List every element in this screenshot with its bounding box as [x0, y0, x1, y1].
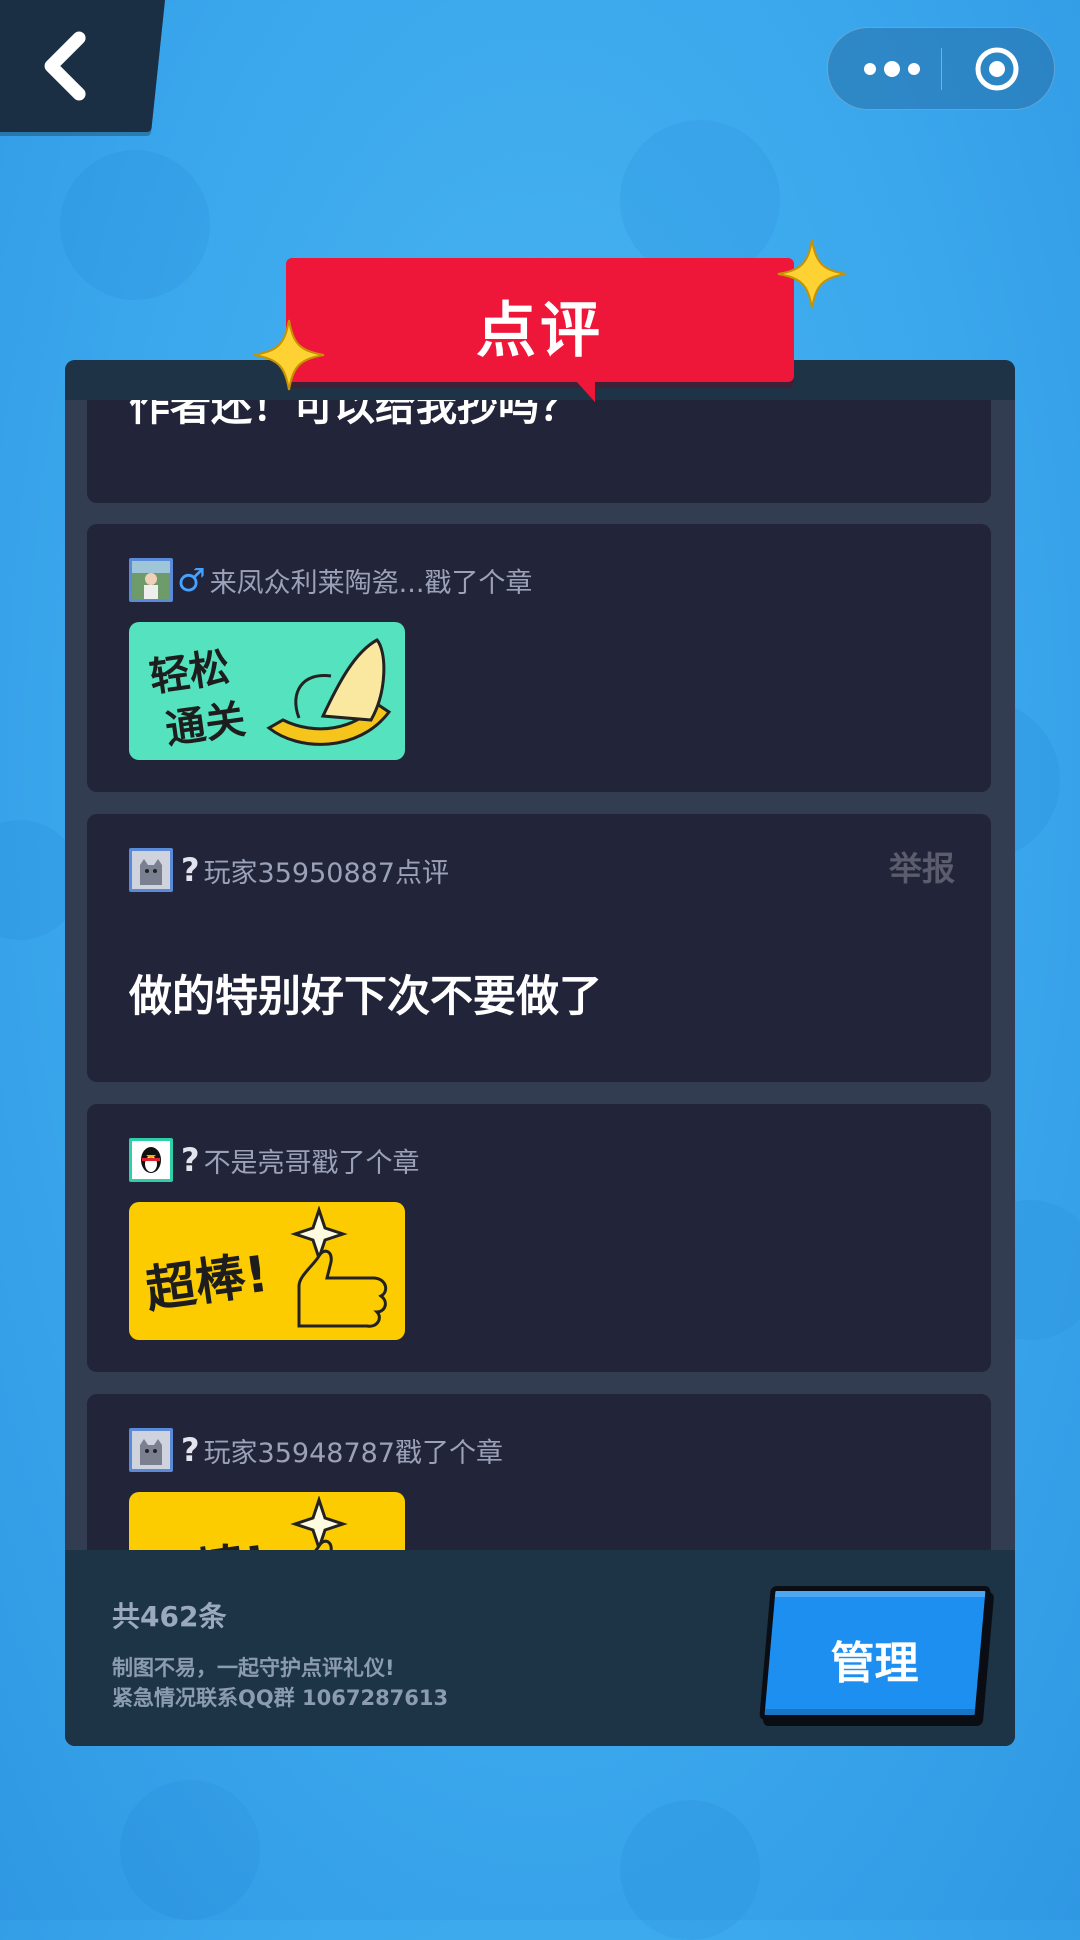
more-dots-icon[interactable] — [862, 54, 922, 84]
unknown-gender-icon: ? — [181, 1141, 200, 1179]
stamp-awesome: 超棒! — [129, 1202, 405, 1340]
thumbs-up-icon — [290, 1206, 388, 1328]
stamp-label: 超棒! — [142, 1244, 272, 1320]
sparkle-icon — [253, 319, 325, 391]
avatar[interactable] — [129, 558, 173, 602]
report-button[interactable]: 举报 — [889, 842, 955, 890]
thumbs-up-icon — [290, 1496, 348, 1550]
stamp-label: 超棒! — [141, 1524, 273, 1550]
page-title-ribbon: 点评 — [286, 258, 794, 382]
banana-icon — [266, 638, 392, 746]
manage-button-label: 管理 — [830, 1638, 919, 1689]
comment-text: 做的特别好下次不要做了 — [129, 972, 602, 1022]
comment-author[interactable]: 不是亮哥戳了个章 — [204, 1141, 420, 1180]
notice-line-2: 紧急情况联系QQ群 1067287613 — [112, 1686, 449, 1710]
unknown-gender-icon: ? — [181, 1431, 200, 1469]
comment-author[interactable]: 玩家35950887点评 — [204, 851, 449, 890]
sparkle-icon — [777, 239, 847, 309]
comment-card: ? 玩家35948787戳了个章 超棒! — [87, 1394, 991, 1550]
comment-text: 作者还！可以给我抄吗？ — [129, 400, 580, 430]
manage-button[interactable]: 管理 — [759, 1586, 991, 1720]
comment-card: ? 不是亮哥戳了个章 超棒! — [87, 1104, 991, 1372]
total-count: 共462条 — [112, 1600, 227, 1633]
comment-author[interactable]: 玩家35948787戳了个章 — [204, 1431, 503, 1470]
avatar[interactable] — [129, 848, 173, 892]
stamp-label: 通关 — [162, 696, 249, 754]
page-title: 点评 — [476, 296, 604, 366]
qq-penguin-icon — [132, 1141, 170, 1179]
gender-male-icon: ♂ — [177, 561, 206, 599]
comment-author[interactable]: 来凤众利莱陶瓷...戳了个章 — [210, 561, 533, 600]
comment-card: ? 玩家35950887点评 举报 做的特别好下次不要做了 — [87, 814, 991, 1082]
comment-card: ♂ 来凤众利莱陶瓷...戳了个章 轻松 通关 — [87, 524, 991, 792]
comments-panel: 作者还！可以给我抄吗？ ♂ 来凤众利莱陶瓷...戳了个章 轻松 通关 ? 玩家3… — [65, 360, 1015, 1746]
comment-header: ♂ 来凤众利莱陶瓷...戳了个章 — [129, 556, 532, 604]
ribbon-tail — [575, 380, 595, 402]
chevron-left-icon — [44, 31, 86, 101]
comment-header: ? 玩家35948787戳了个章 — [129, 1426, 503, 1474]
cat-avatar-icon — [132, 851, 170, 889]
stamp-easy-clear: 轻松 通关 — [129, 622, 405, 760]
capsule-divider — [941, 48, 942, 90]
unknown-gender-icon: ? — [181, 851, 200, 889]
stamp-awesome: 超棒! — [129, 1492, 405, 1550]
notice-line-1: 制图不易，一起守护点评礼仪! — [112, 1656, 395, 1680]
avatar-photo — [132, 561, 170, 599]
cat-avatar-icon — [132, 1431, 170, 1469]
target-circle-icon[interactable] — [974, 46, 1020, 92]
comment-list[interactable]: 作者还！可以给我抄吗？ ♂ 来凤众利莱陶瓷...戳了个章 轻松 通关 ? 玩家3… — [65, 400, 1015, 1550]
panel-footer: 共462条 制图不易，一起守护点评礼仪! 紧急情况联系QQ群 106728761… — [65, 1550, 1015, 1746]
comment-header: ? 玩家35950887点评 — [129, 846, 449, 894]
avatar[interactable] — [129, 1428, 173, 1472]
back-button[interactable] — [0, 0, 166, 132]
avatar[interactable] — [129, 1138, 173, 1182]
comment-header: ? 不是亮哥戳了个章 — [129, 1136, 420, 1184]
comment-card: 作者还！可以给我抄吗？ — [87, 400, 991, 503]
mini-program-capsule — [827, 27, 1055, 110]
